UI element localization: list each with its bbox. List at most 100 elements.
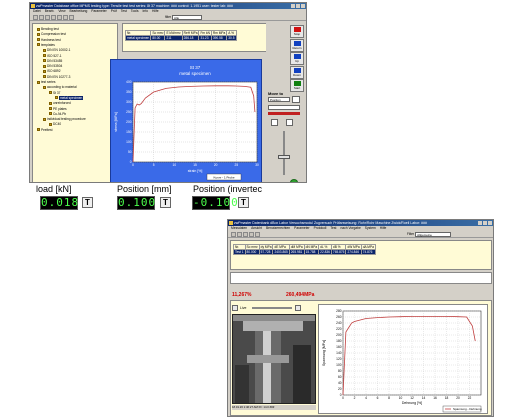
tree-node[interactable]: unreinforced <box>49 101 71 105</box>
tree-node[interactable]: Bending test <box>37 27 59 31</box>
minimize-icon[interactable] <box>291 4 295 8</box>
save-icon[interactable] <box>45 15 50 20</box>
paste-icon[interactable] <box>69 15 74 20</box>
stop-button[interactable]: Stop <box>290 25 304 38</box>
menu-item[interactable]: Hilfe <box>152 9 159 14</box>
column-header[interactable]: dN MPa <box>303 244 320 250</box>
table-row[interactable]: metal specimen 80.00 211 286.18 31.23 390.58 3… <box>124 35 237 41</box>
tree-node[interactable]: DC40 <box>49 122 61 126</box>
tree-node[interactable]: DIN EN 10277-3 <box>43 75 70 79</box>
column-header[interactable]: ReH MPa <box>181 30 200 36</box>
minimize-icon-2[interactable] <box>478 221 482 225</box>
tree-node[interactable]: according to material <box>43 85 77 89</box>
return-button[interactable]: Return <box>290 38 304 52</box>
maximize-icon[interactable] <box>296 4 300 8</box>
jog-right-icon[interactable] <box>286 119 293 126</box>
menu-item[interactable]: Messdaten <box>231 226 247 231</box>
zoom-slider[interactable] <box>252 307 292 309</box>
move-go-icon[interactable] <box>292 96 300 103</box>
tree-node[interactable]: PE plates <box>49 107 67 111</box>
maximize-icon-2[interactable] <box>483 221 487 225</box>
copy-icon-2[interactable] <box>255 232 260 237</box>
menu-item[interactable]: Test <box>330 226 336 231</box>
column-header[interactable]: Rm MPa <box>210 30 228 36</box>
tree-node[interactable]: DIN EN 10002-1 <box>43 48 70 52</box>
column-header[interactable]: dW MPa <box>345 244 362 250</box>
menu-item[interactable]: nach Vorgabe <box>340 226 360 231</box>
snapshot-icon[interactable] <box>295 305 301 311</box>
menu-item[interactable]: Protokoll <box>314 226 327 231</box>
tree-node[interactable]: Hardness test <box>37 38 61 42</box>
menu-item[interactable]: Hilfe <box>380 226 387 231</box>
menu-item[interactable]: Datei <box>33 9 41 14</box>
column-header[interactable]: dM MPa <box>288 244 305 250</box>
menu-item[interactable]: System <box>365 226 376 231</box>
column-header[interactable]: So mm² <box>150 30 166 36</box>
position-input[interactable] <box>268 105 300 110</box>
menu-item[interactable]: Ansicht <box>251 226 262 231</box>
column-header[interactable]: E kN/mm² <box>164 30 183 36</box>
open-icon-2[interactable] <box>237 232 242 237</box>
down-button[interactable]: Down <box>290 65 304 79</box>
y-tick-label: 400 <box>126 80 132 84</box>
open-icon[interactable] <box>39 15 44 20</box>
up-button[interactable]: Up <box>290 52 304 65</box>
tree-node[interactable]: DIN 53504 <box>43 64 62 68</box>
filter-select[interactable]: Alle <box>172 15 203 20</box>
menu-item[interactable]: Test <box>121 9 127 14</box>
tare-button[interactable]: T <box>160 197 171 208</box>
folder-icon <box>43 59 46 63</box>
jog-left-icon[interactable] <box>271 119 278 126</box>
print-icon[interactable] <box>51 15 56 20</box>
filter-select-2[interactable]: Allgemeine <box>415 232 452 237</box>
menu-item[interactable]: View <box>58 9 65 14</box>
close-icon[interactable] <box>301 4 305 8</box>
menu-item[interactable]: Bearbeitung <box>70 9 88 14</box>
tree-node[interactable]: St 37 <box>49 91 60 95</box>
tree-node-label: Hardness test <box>41 37 61 42</box>
start-button[interactable]: Start <box>290 79 304 92</box>
column-header[interactable]: So mm² <box>244 244 260 250</box>
folder-icon <box>43 85 46 89</box>
tree-node[interactable]: metal specimen <box>55 95 84 100</box>
menu-item[interactable]: Parameter <box>91 9 106 14</box>
tree-node[interactable]: ISO 527-1 <box>43 54 62 58</box>
menu-item[interactable]: Bearb. <box>45 9 55 14</box>
menu-item[interactable]: Parameter <box>294 226 309 231</box>
new-icon[interactable] <box>33 15 38 20</box>
tare-button[interactable]: T <box>82 197 93 208</box>
print-icon-2[interactable] <box>249 232 254 237</box>
tare-button[interactable]: T <box>238 197 249 208</box>
tree-node-label: DC40 <box>53 122 62 127</box>
cut-icon[interactable] <box>57 15 62 20</box>
table-row[interactable]: Test 1 80.000 57.728 2403.865 265.981 15.788 2… <box>233 249 376 255</box>
tree-node[interactable]: Compression test <box>37 32 66 36</box>
folder-icon <box>49 101 52 105</box>
menu-item[interactable]: Tools <box>131 9 139 14</box>
menu-item[interactable]: Benutzerrechten <box>266 226 290 231</box>
x-tick-label: 16 <box>433 396 437 400</box>
y-tick-label: 300 <box>126 100 132 104</box>
tree-node[interactable]: Peeltest <box>37 128 53 132</box>
column-header[interactable]: dA MPa <box>360 244 376 250</box>
title-bar-2: zwPmaster Datenbank dBox Labor Versuchsm… <box>228 220 493 226</box>
save-icon-2[interactable] <box>243 232 248 237</box>
copy-icon[interactable] <box>63 15 68 20</box>
new-icon-2[interactable] <box>231 232 236 237</box>
move-to-select[interactable]: Position <box>268 97 290 102</box>
column-header[interactable]: dy MPa <box>258 244 274 250</box>
menu-item[interactable]: Prüf <box>111 9 117 14</box>
tree-node[interactable]: ISO 6892 <box>43 69 60 73</box>
tree-node[interactable]: test series <box>37 80 56 84</box>
menu-item[interactable]: Info <box>143 9 149 14</box>
column-header[interactable]: Fm kN <box>198 30 212 36</box>
camera-icon[interactable] <box>232 305 238 311</box>
y-tick-label: 40 <box>338 381 342 385</box>
tree-node[interactable]: templates <box>37 43 55 47</box>
tree-node[interactable]: individual testing procedure <box>43 117 86 121</box>
close-icon-2[interactable] <box>488 221 492 225</box>
y-tick-label: 160 <box>336 345 342 349</box>
tree-node[interactable]: Cu-Ni-Pb <box>49 112 66 116</box>
crosshead-slider-handle[interactable] <box>278 155 290 159</box>
tree-node[interactable]: DIN 53455 <box>43 59 62 63</box>
